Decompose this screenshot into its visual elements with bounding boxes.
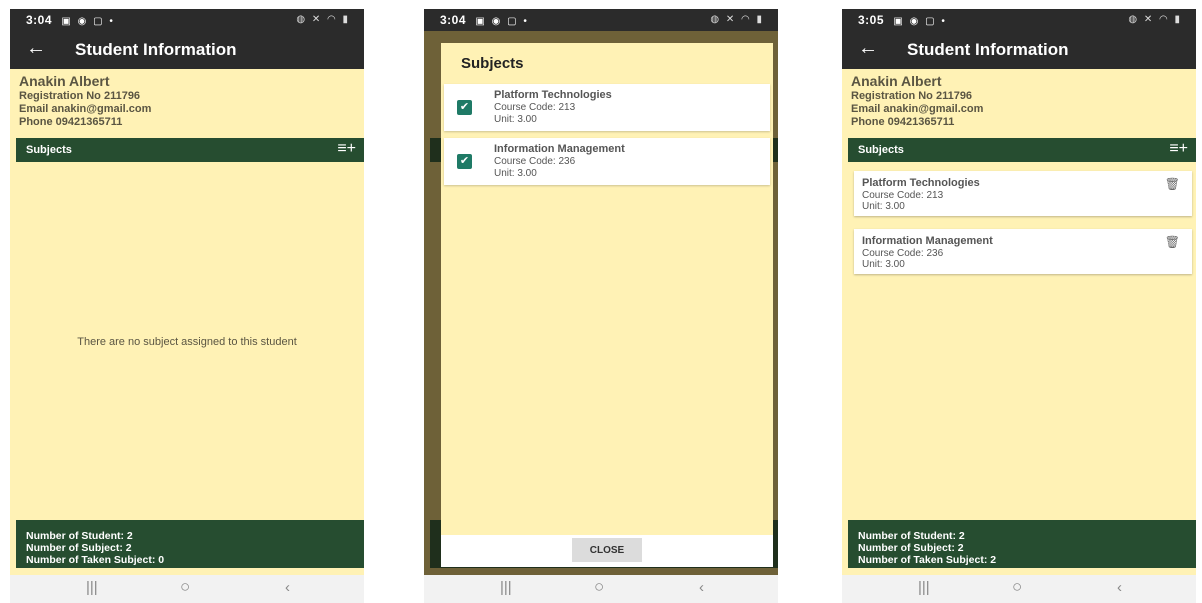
stats-footer: Number of Student: 2 Number of Subject: … (848, 520, 1196, 568)
subject-name: Platform Technologies (862, 177, 980, 189)
notification-icons: ▣ ◉ ▢ • (61, 16, 115, 27)
dialog-title: Subjects (461, 55, 524, 72)
playlist-add-icon[interactable]: ≡+ (1169, 140, 1188, 158)
status-time: 3:04 (26, 13, 53, 27)
subject-name: Information Management (494, 143, 625, 155)
phone-screen-dialog: 3:04 ▣ ◉ ▢ • ◍ ✕ ◠ ▮ Subjects ✔ Platform… (424, 9, 778, 603)
student-phone: Phone 09421365711 (19, 116, 123, 128)
arrow-left-icon[interactable]: ← (858, 37, 878, 60)
course-code: Course Code: 236 (494, 156, 576, 167)
app-bar: ← Student Information (842, 31, 1196, 69)
count-students: Number of Student: 2 (858, 530, 965, 542)
course-code: Course Code: 213 (862, 190, 944, 201)
student-email: Email anakin@gmail.com (851, 103, 984, 115)
home-icon[interactable]: ○ (1012, 577, 1022, 597)
page-title: Student Information (75, 40, 237, 59)
status-bar: 3:04 ▣ ◉ ▢ • ◍ ✕ ◠ ▮ (10, 9, 364, 31)
count-taken-subjects: Number of Taken Subject: 2 (858, 554, 997, 566)
subject-unit: Unit: 3.00 (862, 201, 905, 212)
check-icon[interactable]: ✔ (457, 100, 472, 115)
close-button[interactable]: CLOSE (572, 538, 642, 562)
recent-apps-icon[interactable]: ||| (86, 579, 98, 596)
back-icon[interactable]: ‹ (285, 579, 290, 596)
student-info: Anakin Albert Registration No 211796 Ema… (19, 73, 151, 129)
home-icon[interactable]: ○ (180, 577, 190, 597)
page-title: Student Information (907, 40, 1069, 59)
notification-icons: ▣ ◉ ▢ • (893, 16, 947, 27)
recent-apps-icon[interactable]: ||| (500, 579, 512, 596)
phone-screen-assigned: 3:05 ▣ ◉ ▢ • ◍ ✕ ◠ ▮ ← Student Informati… (842, 9, 1196, 603)
status-bar: 3:04 ▣ ◉ ▢ • ◍ ✕ ◠ ▮ (424, 9, 778, 31)
student-name: Anakin Albert (19, 73, 110, 89)
status-time: 3:04 (440, 13, 467, 27)
student-email: Email anakin@gmail.com (19, 103, 152, 115)
stats-footer: Number of Student: 2 Number of Subject: … (16, 520, 364, 568)
system-nav-bar: ||| ○ ‹ (424, 575, 778, 603)
system-nav-bar: ||| ○ ‹ (10, 575, 364, 603)
count-subjects: Number of Subject: 2 (26, 542, 132, 554)
student-info: Anakin Albert Registration No 211796 Ema… (851, 73, 983, 129)
phone-screen-empty: 3:04 ▣ ◉ ▢ • ◍ ✕ ◠ ▮ ← Student Informati… (10, 9, 364, 603)
status-time: 3:05 (858, 13, 885, 27)
subjects-header: Subjects ≡+ (848, 138, 1196, 162)
system-icons: ◍ ✕ ◠ ▮ (710, 14, 764, 25)
back-icon[interactable]: ‹ (699, 579, 704, 596)
subject-card[interactable]: Information Management Course Code: 236 … (854, 229, 1192, 274)
count-taken-subjects: Number of Taken Subject: 0 (26, 554, 165, 566)
student-registration: Registration No 211796 (851, 90, 973, 102)
subject-unit: Unit: 3.00 (862, 259, 905, 270)
back-icon[interactable]: ‹ (1117, 579, 1122, 596)
student-registration: Registration No 211796 (19, 90, 141, 102)
subject-option[interactable]: ✔ Platform Technologies Course Code: 213… (444, 84, 770, 131)
subjects-dialog: Subjects ✔ Platform Technologies Course … (441, 43, 773, 567)
playlist-add-icon[interactable]: ≡+ (337, 140, 356, 158)
notification-icons: ▣ ◉ ▢ • (475, 16, 529, 27)
subject-name: Platform Technologies (494, 89, 612, 101)
subject-name: Information Management (862, 235, 993, 247)
system-nav-bar: ||| ○ ‹ (842, 575, 1196, 603)
system-icons: ◍ ✕ ◠ ▮ (296, 14, 350, 25)
subject-card[interactable]: Platform Technologies Course Code: 213 U… (854, 171, 1192, 216)
subjects-label: Subjects (858, 144, 904, 156)
status-bar: 3:05 ▣ ◉ ▢ • ◍ ✕ ◠ ▮ (842, 9, 1196, 31)
count-subjects: Number of Subject: 2 (858, 542, 964, 554)
dialog-actions: CLOSE (441, 535, 773, 567)
app-bar: ← Student Information (10, 31, 364, 69)
student-name: Anakin Albert (851, 73, 942, 89)
subject-unit: Unit: 3.00 (494, 168, 537, 179)
course-code: Course Code: 236 (862, 248, 944, 259)
trash-icon[interactable]: 🗑 (1165, 177, 1180, 191)
subjects-label: Subjects (26, 144, 72, 156)
trash-icon[interactable]: 🗑 (1165, 235, 1180, 249)
system-icons: ◍ ✕ ◠ ▮ (1128, 14, 1182, 25)
home-icon[interactable]: ○ (594, 577, 604, 597)
count-students: Number of Student: 2 (26, 530, 133, 542)
student-phone: Phone 09421365711 (851, 116, 955, 128)
check-icon[interactable]: ✔ (457, 154, 472, 169)
recent-apps-icon[interactable]: ||| (918, 579, 930, 596)
subject-unit: Unit: 3.00 (494, 114, 537, 125)
subject-option[interactable]: ✔ Information Management Course Code: 23… (444, 138, 770, 185)
course-code: Course Code: 213 (494, 102, 576, 113)
arrow-left-icon[interactable]: ← (26, 37, 46, 60)
empty-message: There are no subject assigned to this st… (77, 336, 297, 348)
subjects-header: Subjects ≡+ (16, 138, 364, 162)
